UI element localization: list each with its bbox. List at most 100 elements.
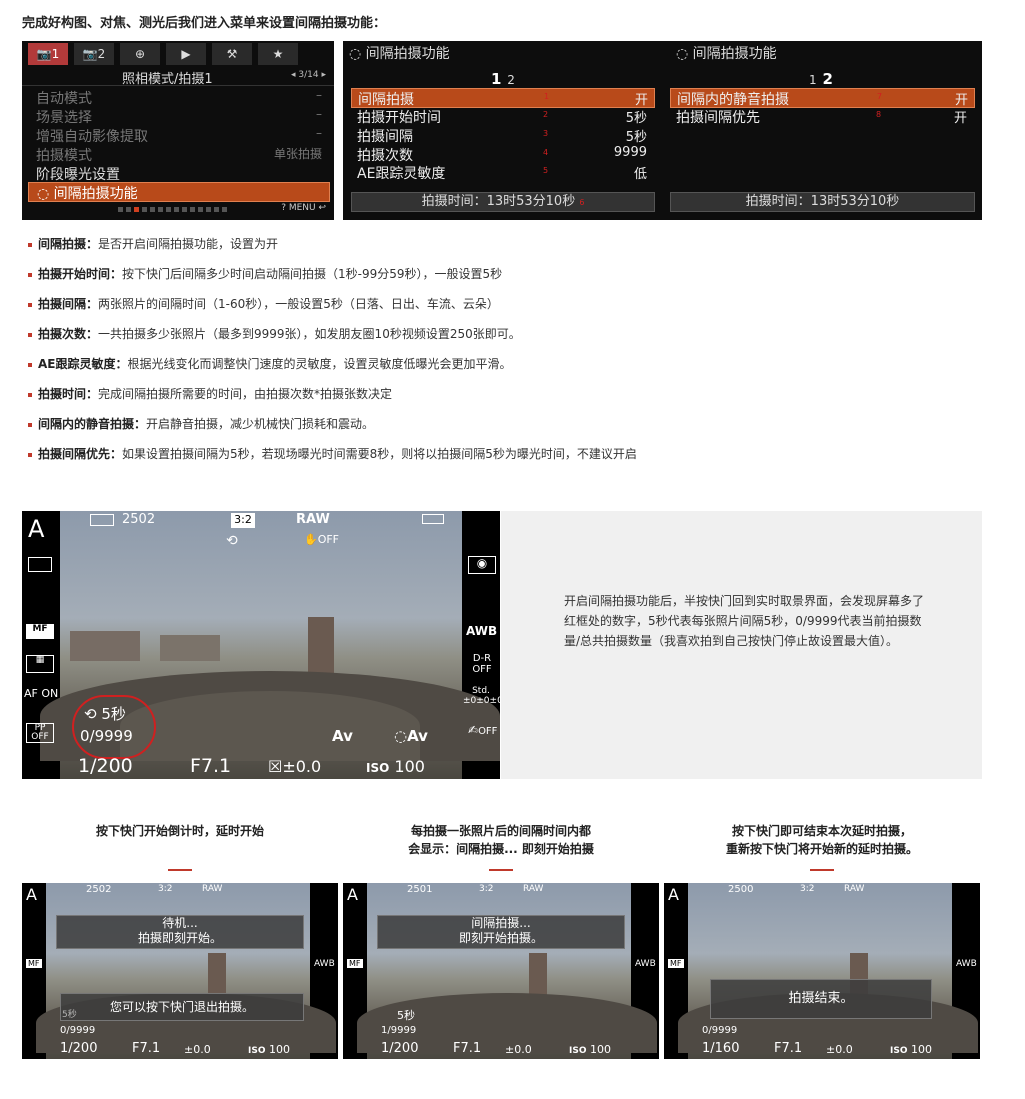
shutter-speed: 1/200 — [381, 1041, 419, 1056]
caption-divider — [489, 869, 513, 871]
shutter-speed: 1/200 — [60, 1041, 98, 1056]
shots-remaining: 2500 — [728, 884, 754, 895]
tab-network[interactable]: ⊕ — [120, 43, 160, 65]
aspect-ratio: 3:2 — [158, 884, 173, 894]
bullet-item: 间隔内的静音拍摄：开启静音拍摄，减少机械快门损耗和震动。 — [28, 415, 374, 432]
aspect-ratio: 3:2 — [800, 884, 815, 894]
interval-row[interactable]: 拍摄间隔 3 5秒 — [351, 126, 653, 145]
menu-footer-hints: ? MENU ↩ — [281, 203, 326, 213]
aperture-value: F7.1 — [190, 755, 232, 777]
shots-remaining: 2501 — [407, 884, 433, 895]
menu-item-bracket-settings[interactable]: 阶段曝光设置 — [28, 164, 328, 183]
menu-item-scene-select[interactable]: 场景选择 – — [28, 107, 328, 126]
exposure-comp: ±0.0 — [184, 1043, 211, 1056]
camera-menu-shooting: 📷 1 📷 2 ⊕ ▶ ⚒ ★ 照相模式/拍摄1 ◂ 3/14 ▸ 自动模式 – 场景… — [22, 41, 334, 220]
shot-counter: 0/9999 — [702, 1025, 738, 1036]
exposure-comp: ±0.0 — [826, 1043, 853, 1056]
metering-icon: ◉ — [468, 556, 496, 574]
menu-item-drive-mode[interactable]: 拍摄模式 单张拍摄 — [28, 145, 328, 164]
focus-mode-icon: MF — [347, 959, 363, 968]
page-indicator-left: 1 2 — [489, 70, 515, 90]
menu-item-interval-shooting[interactable]: ◌ 间隔拍摄功能 — [28, 182, 330, 202]
bullet-item: 间隔拍摄：是否开启间隔拍摄功能，设置为开 — [28, 235, 278, 252]
highlight-circle — [72, 695, 156, 759]
menu-item-auto-mode[interactable]: 自动模式 – — [28, 88, 328, 107]
memory-card-icon — [90, 514, 114, 526]
image-quality: RAW — [202, 884, 223, 894]
caption-divider — [810, 869, 834, 871]
shot-counter: 1/9999 — [381, 1025, 417, 1036]
live-view-small-2: A 2501 3:2 RAW AWB MF 间隔拍摄... 即刻开始拍摄。 5秒 … — [343, 883, 659, 1059]
menu-title-bar: 照相模式/拍摄1 ◂ 3/14 ▸ — [22, 67, 334, 87]
ae-tracking-row[interactable]: AE跟踪灵敏度 5 低 — [351, 163, 653, 182]
tab-camera1[interactable]: 📷 1 — [28, 43, 68, 65]
explanation-panel: 开启间隔拍摄功能后，半按快门回到实时取景界面，会发现屏幕多了红框处的数字，5秒代… — [501, 511, 982, 779]
tab-playback[interactable]: ▶ — [166, 43, 206, 65]
shots-remaining: 2502 — [122, 512, 156, 527]
shot-count-row[interactable]: 拍摄次数 4 9999 — [351, 145, 653, 164]
caption-1: 按下快门开始倒计时，延时开始 — [95, 824, 264, 838]
interval-shoot-row[interactable]: 间隔拍摄 1 开 — [351, 88, 655, 108]
steady-shot-off-icon: ✋OFF — [304, 533, 340, 546]
interval-display: 5秒 — [397, 1009, 415, 1022]
iso-value: ISO 100 — [569, 1043, 611, 1056]
iso-value: ISO 100 — [890, 1043, 932, 1056]
explanation-text: 开启间隔拍摄功能后，半按快门回到实时取景界面，会发现屏幕多了红框处的数字，5秒代… — [564, 594, 925, 648]
shutter-speed: 1/200 — [78, 755, 133, 777]
white-balance: AWB — [466, 624, 498, 638]
av-indicator-right: ◌Av — [394, 727, 428, 745]
menu-tabs: 📷 1 📷 2 ⊕ ▶ ⚒ ★ — [22, 41, 334, 65]
dro-indicator: D-R OFF — [472, 653, 492, 675]
interval-header-right: ◌ 间隔拍摄功能 — [676, 46, 777, 62]
camera-menu-interval: ◌ 间隔拍摄功能 1 2 间隔拍摄 1 开 拍摄开始时间 2 5秒 拍摄间隔 3 5秒 拍摄… — [343, 41, 982, 220]
aspect-ratio: 3:2 — [479, 884, 494, 894]
interval-icon: ⟲ — [226, 533, 238, 549]
aperture-value: F7.1 — [132, 1041, 161, 1056]
interval-display: 5秒 — [62, 1010, 77, 1020]
menu-page-indicator: ◂ 3/14 ▸ — [291, 70, 326, 80]
mode-indicator: A — [28, 515, 45, 543]
focus-mode-icon: MF — [26, 959, 42, 968]
tab-camera2[interactable]: 📷 2 — [74, 43, 114, 65]
aspect-ratio: 3:2 — [231, 513, 255, 528]
interval-header-left: ◌ 间隔拍摄功能 — [349, 46, 450, 62]
interval-priority-row[interactable]: 拍摄间隔优先 8 开 — [670, 107, 973, 126]
bullet-item: 拍摄间隔优先：如果设置拍摄间隔为5秒，若现场曝光时间需要8秒，则将以拍摄间隔5秒… — [28, 445, 637, 462]
live-view-small-1: A 2502 3:2 RAW AWB MF 待机... 拍摄即刻开始。 您可以按下… — [22, 883, 338, 1059]
shutter-speed: 1/160 — [702, 1041, 740, 1056]
face-af-icon: AF ON — [24, 687, 59, 700]
mode-indicator: A — [26, 885, 37, 904]
tab-mymenu[interactable]: ★ — [258, 43, 298, 65]
live-view-screen: A MF ▦ AF ON PP OFF 2502 3:2 RAW ⟲ ✋OFF … — [22, 511, 500, 779]
white-balance: AWB — [314, 959, 335, 969]
focus-mode-icon: MF — [668, 959, 684, 968]
picture-profile-icon: PP OFF — [26, 723, 54, 743]
caption-3: 按下快门即可结束本次延时拍摄， 重新按下快门将开始新的延时拍摄。 — [725, 824, 918, 856]
image-quality: RAW — [844, 884, 865, 894]
creative-style: Std. ±0±0±0 — [463, 686, 500, 706]
interval-message: 间隔拍摄... 即刻开始拍摄。 — [377, 915, 625, 949]
start-time-row[interactable]: 拍摄开始时间 2 5秒 — [351, 107, 653, 126]
image-quality: RAW — [296, 512, 330, 527]
aperture-value: F7.1 — [774, 1041, 803, 1056]
shot-counter: 0/9999 — [60, 1025, 96, 1036]
shooting-ended-message: 拍摄结束。 — [710, 979, 932, 1019]
silent-shoot-row[interactable]: 间隔内的静音拍摄 7 开 — [670, 88, 975, 108]
battery-icon — [422, 514, 444, 524]
av-indicator-left: Av — [332, 727, 353, 745]
tab-setup[interactable]: ⚒ — [212, 43, 252, 65]
live-view-small-3: A 2500 3:2 RAW AWB MF 拍摄结束。 0/9999 1/160… — [664, 883, 980, 1059]
menu-item-auto-extract[interactable]: 增强自动影像提取 – — [28, 126, 328, 145]
touch-off-icon: ✍OFF — [468, 723, 498, 737]
menu-page-dots — [118, 207, 230, 212]
shoot-time-left: 拍摄时间：13时53分10秒 6 — [351, 192, 655, 212]
bullet-item: 拍摄间隔：两张照片的间隔时间（1-60秒），一般设置5秒（日落、日出、车流、云朵… — [28, 295, 499, 312]
focus-mode-icon: MF — [26, 624, 54, 639]
aperture-value: F7.1 — [453, 1041, 482, 1056]
iso-value: ISO 100 — [366, 757, 425, 776]
image-quality: RAW — [523, 884, 544, 894]
bullet-item: 拍摄次数：一共拍摄多少张照片（最多到9999张），如发朋友圈10秒视频设置250… — [28, 325, 521, 342]
iso-value: ISO 100 — [248, 1043, 290, 1056]
bullet-item: 拍摄开始时间：按下快门后间隔多少时间启动隔间拍摄（1秒-99分59秒），一般设置… — [28, 265, 502, 282]
mode-indicator: A — [668, 885, 679, 904]
